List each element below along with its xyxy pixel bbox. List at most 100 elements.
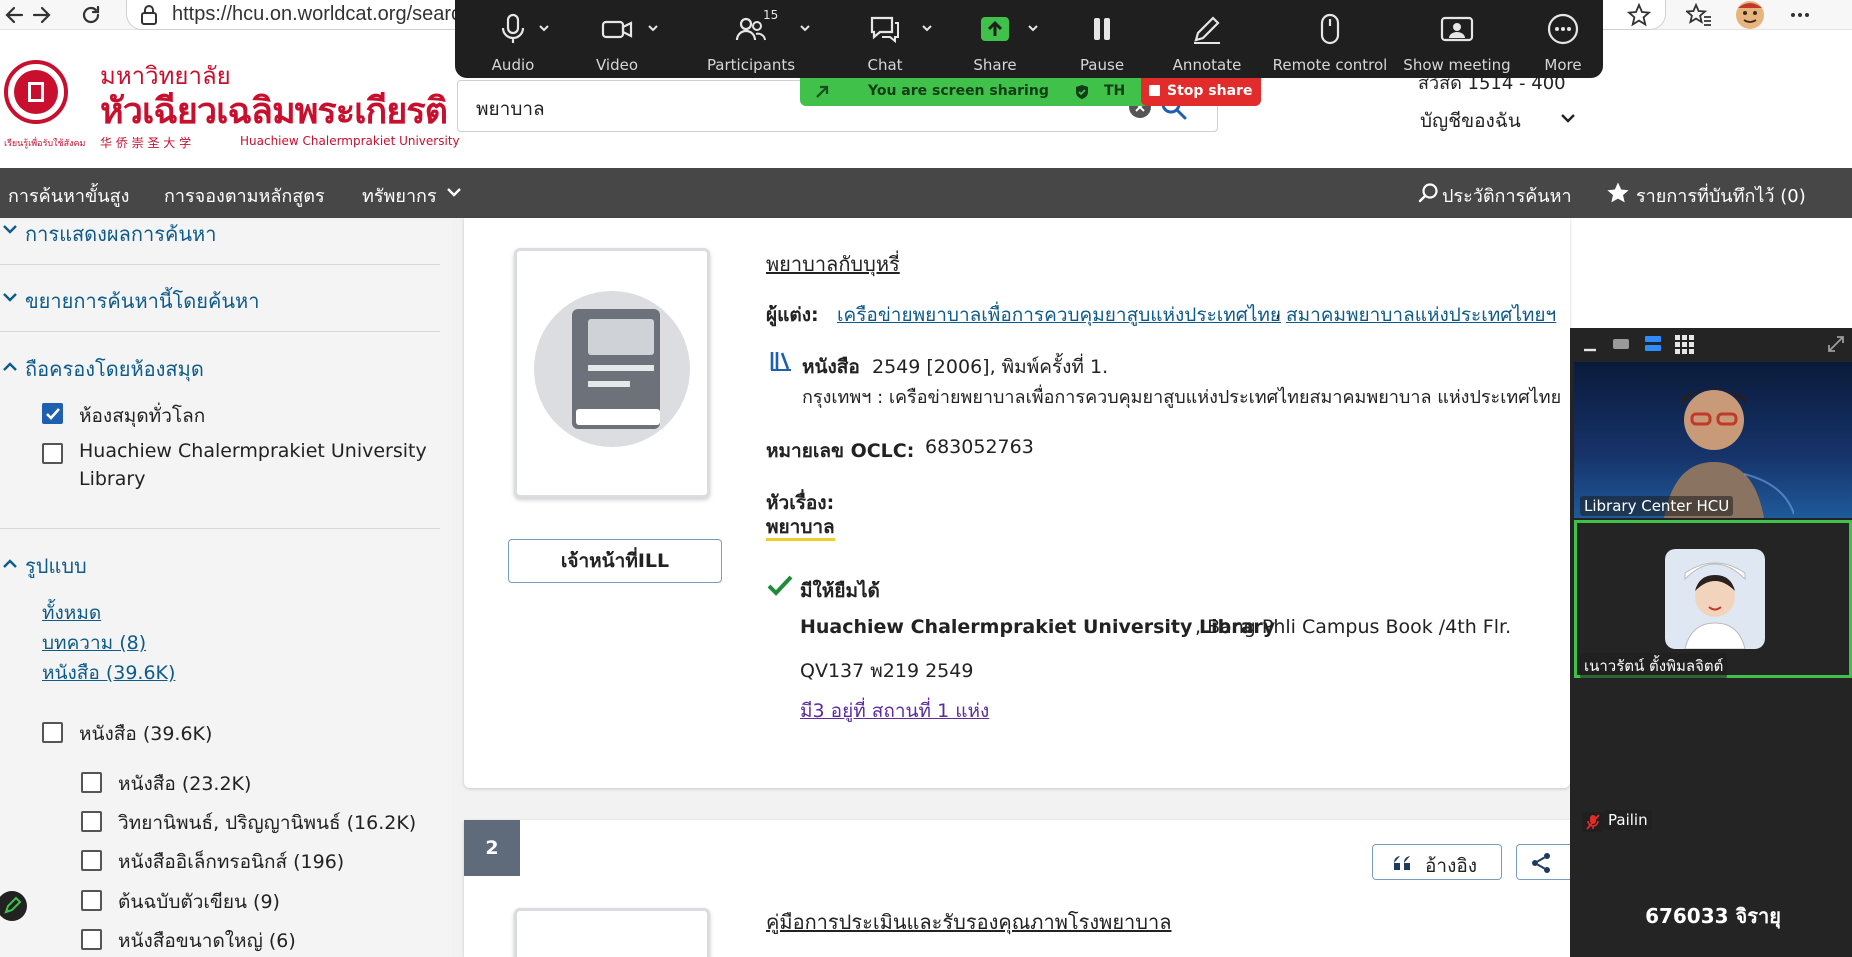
sharing-status-text: You are screen sharing: [868, 83, 1049, 99]
annotate-button[interactable]: Annotate: [1157, 0, 1257, 78]
label-format-thesis: วิทยานิพนธ์, ปริญญานิพนธ์ (16.2K): [118, 812, 417, 834]
microphone-icon: [496, 12, 530, 46]
share-icon: [1529, 851, 1553, 875]
participant-avatar: [1665, 549, 1765, 649]
book-thumbnail[interactable]: [514, 908, 710, 957]
chevron-up-icon[interactable]: [538, 22, 550, 34]
back-arrow-icon[interactable]: [2, 2, 28, 28]
pause-icon: [1085, 12, 1119, 46]
chevron-up-icon[interactable]: [2, 358, 18, 374]
chevron-down-icon[interactable]: [2, 222, 18, 238]
logo-text-chinese: 华 侨 崇 圣 大 学: [100, 136, 192, 150]
site-info-icon[interactable]: [139, 4, 159, 26]
annotation-pen-icon[interactable]: [0, 890, 28, 922]
expand-icon[interactable]: [1826, 334, 1846, 354]
chevron-up-icon[interactable]: [921, 22, 933, 34]
checkbox-format-large-print[interactable]: [81, 929, 102, 950]
section-held-by-library[interactable]: ถือครองโดยห้องสมุด: [25, 353, 204, 385]
result-card-1: พยาบาลกับบุหรี่ ผู้แต่ง: เครือข่ายพยาบาล…: [464, 218, 1570, 788]
cite-button-label: อ้างอิง: [1425, 855, 1478, 877]
subject-value[interactable]: พยาบาล: [766, 516, 835, 541]
camera-icon: [600, 12, 634, 46]
drag-handle-icon[interactable]: [814, 84, 830, 100]
forward-arrow-icon[interactable]: [28, 2, 54, 28]
share-result-button[interactable]: [1516, 844, 1576, 880]
checkbox-format-books[interactable]: [42, 722, 63, 743]
nav-advanced-search[interactable]: การค้นหาขั้นสูง: [8, 181, 129, 210]
pause-share-button[interactable]: Pause: [1052, 0, 1152, 78]
speaker-view-icon[interactable]: [1644, 334, 1662, 354]
format-link-books[interactable]: หนังสือ (39.6K): [42, 658, 175, 688]
checkbox-hcu-library[interactable]: [42, 443, 63, 464]
ill-staff-button[interactable]: เจ้าหน้าที่ILL: [508, 539, 722, 583]
remote-control-button[interactable]: Remote control: [1265, 0, 1395, 78]
share-button[interactable]: Share: [945, 0, 1045, 78]
call-number: QV137 พ219 2549: [800, 660, 974, 682]
chevron-up-icon[interactable]: [799, 22, 811, 34]
book-icon: [532, 289, 692, 449]
search-input-value: พยาบาล: [476, 98, 545, 120]
checkbox-format-thesis[interactable]: [81, 811, 102, 832]
reload-icon[interactable]: [78, 2, 104, 28]
section-display-results[interactable]: การแสดงผลการค้นหา: [25, 218, 216, 250]
format-link-all[interactable]: ทั้งหมด: [42, 598, 101, 628]
checkbox-format-manuscripts[interactable]: [81, 890, 102, 911]
label-hcu-library-line2: Library: [79, 468, 146, 490]
more-button[interactable]: More: [1513, 0, 1613, 78]
chevron-down-icon[interactable]: [2, 290, 18, 306]
single-view-icon[interactable]: [1612, 337, 1630, 351]
chat-button[interactable]: Chat: [835, 0, 935, 78]
author-link-1[interactable]: เครือข่ายพยาบาลเพื่อการควบคุมยาสูบแห่งปร…: [837, 300, 1281, 330]
my-account-menu[interactable]: บัญชีของฉัน: [1420, 106, 1575, 132]
section-expand-search[interactable]: ขยายการค้นหานี้โดยค้นหา: [25, 285, 259, 317]
video-tile-4[interactable]: 676033 จิรายุ: [1574, 842, 1852, 957]
label-format-manuscripts: ต้นฉบับตัวเขียน (9): [118, 891, 280, 913]
book-thumbnail[interactable]: [514, 248, 710, 498]
video-button[interactable]: Video: [567, 0, 667, 78]
main-navigation: การค้นหาขั้นสูง การจองตามหลักสูตร ทรัพยา…: [0, 168, 1852, 218]
video-tile-2-active-speaker[interactable]: เนาวรัตน์ ตั้งพิมลจิตต์: [1574, 520, 1852, 679]
chevron-up-icon[interactable]: [2, 555, 18, 571]
nav-search-history[interactable]: ประวัติการค้นหา: [1442, 181, 1572, 210]
show-meeting-label: Show meeting: [1403, 56, 1511, 74]
profile-avatar[interactable]: [1734, 0, 1766, 30]
checkbox-format-print-books[interactable]: [81, 772, 102, 793]
video-tile-3[interactable]: Pailin: [1574, 680, 1852, 840]
audio-button[interactable]: Audio: [463, 0, 563, 78]
author-link-2[interactable]: สมาคมพยาบาลแห่งประเทศไทยฯ: [1286, 300, 1556, 330]
more-locations-link[interactable]: มี3 อยู่ที่ สถานที่ 1 แห่ง: [800, 696, 989, 726]
video-label: Video: [595, 56, 639, 74]
result-title-link[interactable]: พยาบาลกับบุหรี่: [766, 248, 900, 280]
shield-check-icon: [1074, 84, 1090, 100]
checkbox-format-ebooks[interactable]: [81, 850, 102, 871]
star-icon[interactable]: [1627, 3, 1651, 27]
section-format[interactable]: รูปแบบ: [25, 550, 87, 582]
checkbox-worldwide-libraries[interactable]: [42, 403, 63, 424]
participants-button[interactable]: 15 Participants: [691, 0, 811, 78]
label-format-ebooks: หนังสืออิเล็กทรอนิกส์ (196): [118, 851, 345, 873]
url-text: https://hcu.on.worldcat.org/search: [172, 3, 473, 25]
show-meeting-button[interactable]: Show meeting: [1397, 0, 1517, 78]
stop-share-button[interactable]: Stop share: [1141, 78, 1261, 106]
nav-saved-items[interactable]: รายการที่บันทึกไว้ (0): [1636, 181, 1806, 210]
label-format-large-print: หนังสือขนาดใหญ่ (6): [118, 930, 296, 952]
chevron-up-icon[interactable]: [1027, 22, 1039, 34]
nav-resources[interactable]: ทรัพยากร: [362, 181, 461, 207]
minimize-icon[interactable]: [1582, 340, 1598, 352]
nav-course-reserves[interactable]: การจองตามหลักสูตร: [164, 181, 325, 210]
screen: https://hcu.on.worldcat.org/search เรียน…: [0, 0, 1852, 957]
grid-view-icon[interactable]: [1674, 334, 1694, 354]
divider: [0, 264, 440, 265]
favorites-icon[interactable]: [1686, 3, 1712, 27]
saved-star-icon: [1606, 181, 1630, 205]
more-icon[interactable]: [1788, 3, 1812, 27]
result-title-link[interactable]: คู่มือการประเมินและรับรองคุณภาพโรงพยาบาล: [766, 906, 1171, 938]
video-tile-1[interactable]: Library Center HCU: [1574, 362, 1852, 518]
cite-button[interactable]: อ้างอิง: [1372, 844, 1502, 880]
nav-resources-label: ทรัพยากร: [362, 186, 437, 207]
chevron-up-icon[interactable]: [647, 22, 659, 34]
gallery-controls: [1570, 328, 1852, 362]
chevron-down-icon: [1560, 112, 1576, 126]
university-seal-logo[interactable]: [4, 58, 68, 128]
format-link-articles[interactable]: บทความ (8): [42, 628, 146, 658]
